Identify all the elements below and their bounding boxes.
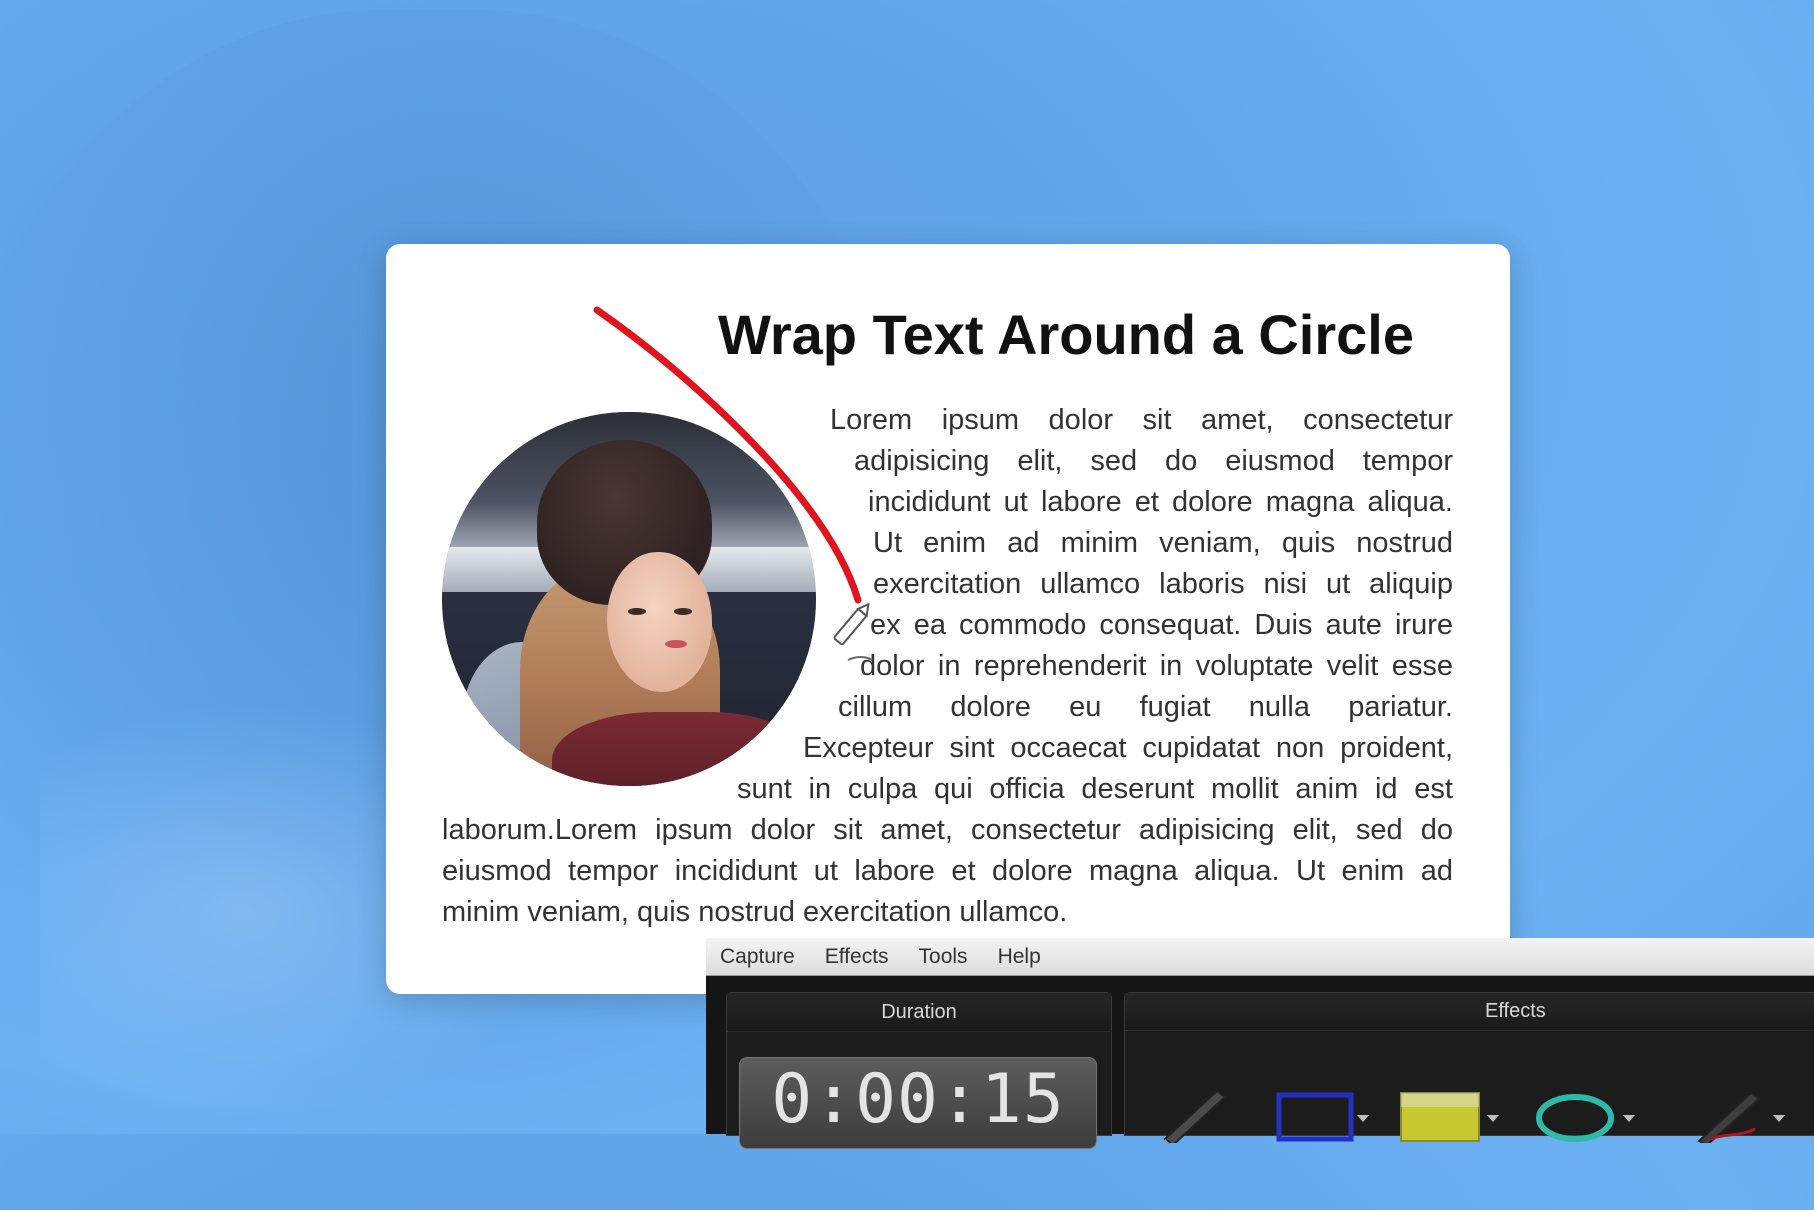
pen-color-tool-button[interactable] — [1685, 1083, 1785, 1147]
pen-icon[interactable] — [1155, 1083, 1235, 1143]
chevron-down-icon — [1357, 1115, 1369, 1122]
pen-color-icon — [1697, 1091, 1761, 1147]
rectangle-tool-button[interactable] — [1275, 1083, 1369, 1143]
chevron-down-icon — [1487, 1115, 1499, 1122]
menu-tools[interactable]: Tools — [919, 945, 968, 969]
highlight-tool-button[interactable] — [1399, 1083, 1499, 1143]
effects-panel: Effects — [1124, 992, 1814, 1147]
chevron-down-icon — [1623, 1115, 1635, 1122]
ellipse-tool-button[interactable] — [1533, 1083, 1635, 1143]
duration-display: 0:00:15 — [739, 1057, 1097, 1149]
duration-panel: Duration 0:00:15 — [726, 992, 1112, 1149]
text-line: sunt in culpa qui officia deserunt molli… — [737, 773, 1453, 805]
text-line: eiusmod tempor incididunt ut labore et d… — [442, 855, 1453, 887]
text-line: exercitation ullamco laboris nisi ut ali… — [873, 568, 1453, 600]
rectangle-icon — [1276, 1092, 1354, 1142]
menu-bar: Capture Effects Tools Help — [706, 938, 1814, 976]
menu-help[interactable]: Help — [998, 945, 1041, 969]
duration-value: 0:00:15 — [771, 1060, 1065, 1139]
text-line: minim veniam, quis nostrud exercitation … — [442, 896, 1068, 928]
text-line: Ut enim ad minim veniam, quis nostrud — [873, 527, 1453, 559]
menu-effects[interactable]: Effects — [825, 945, 889, 969]
document-card: Wrap Text Around a Circle Lorem ipsum do… — [386, 244, 1510, 994]
ellipse-icon — [1536, 1094, 1614, 1142]
text-line: laborum.Lorem ipsum dolor sit amet, cons… — [442, 814, 1453, 846]
text-line: dolor in reprehenderit in voluptate veli… — [860, 650, 1453, 682]
text-line: adipisicing elit, sed do eiusmod tempor — [854, 445, 1453, 477]
highlight-icon — [1400, 1092, 1480, 1142]
text-line: ex ea commodo consequat. Duis aute irure — [870, 609, 1453, 641]
chevron-down-icon — [1773, 1115, 1785, 1122]
text-line: incididunt ut labore et dolore magna ali… — [868, 486, 1453, 518]
text-line: Lorem ipsum dolor sit amet, consectetur — [830, 404, 1453, 436]
recorder-window: Capture Effects Tools Help Duration 0:00… — [706, 938, 1814, 1149]
page-title: Wrap Text Around a Circle — [718, 303, 1414, 366]
text-line: Excepteur sint occaecat cupidatat non pr… — [803, 732, 1453, 764]
menu-capture[interactable]: Capture — [720, 945, 795, 969]
circular-portrait-image — [442, 412, 816, 786]
effects-label: Effects — [1125, 993, 1814, 1031]
duration-label: Duration — [727, 993, 1111, 1032]
text-line: cillum dolore eu fugiat nulla pariatur. — [838, 691, 1453, 723]
